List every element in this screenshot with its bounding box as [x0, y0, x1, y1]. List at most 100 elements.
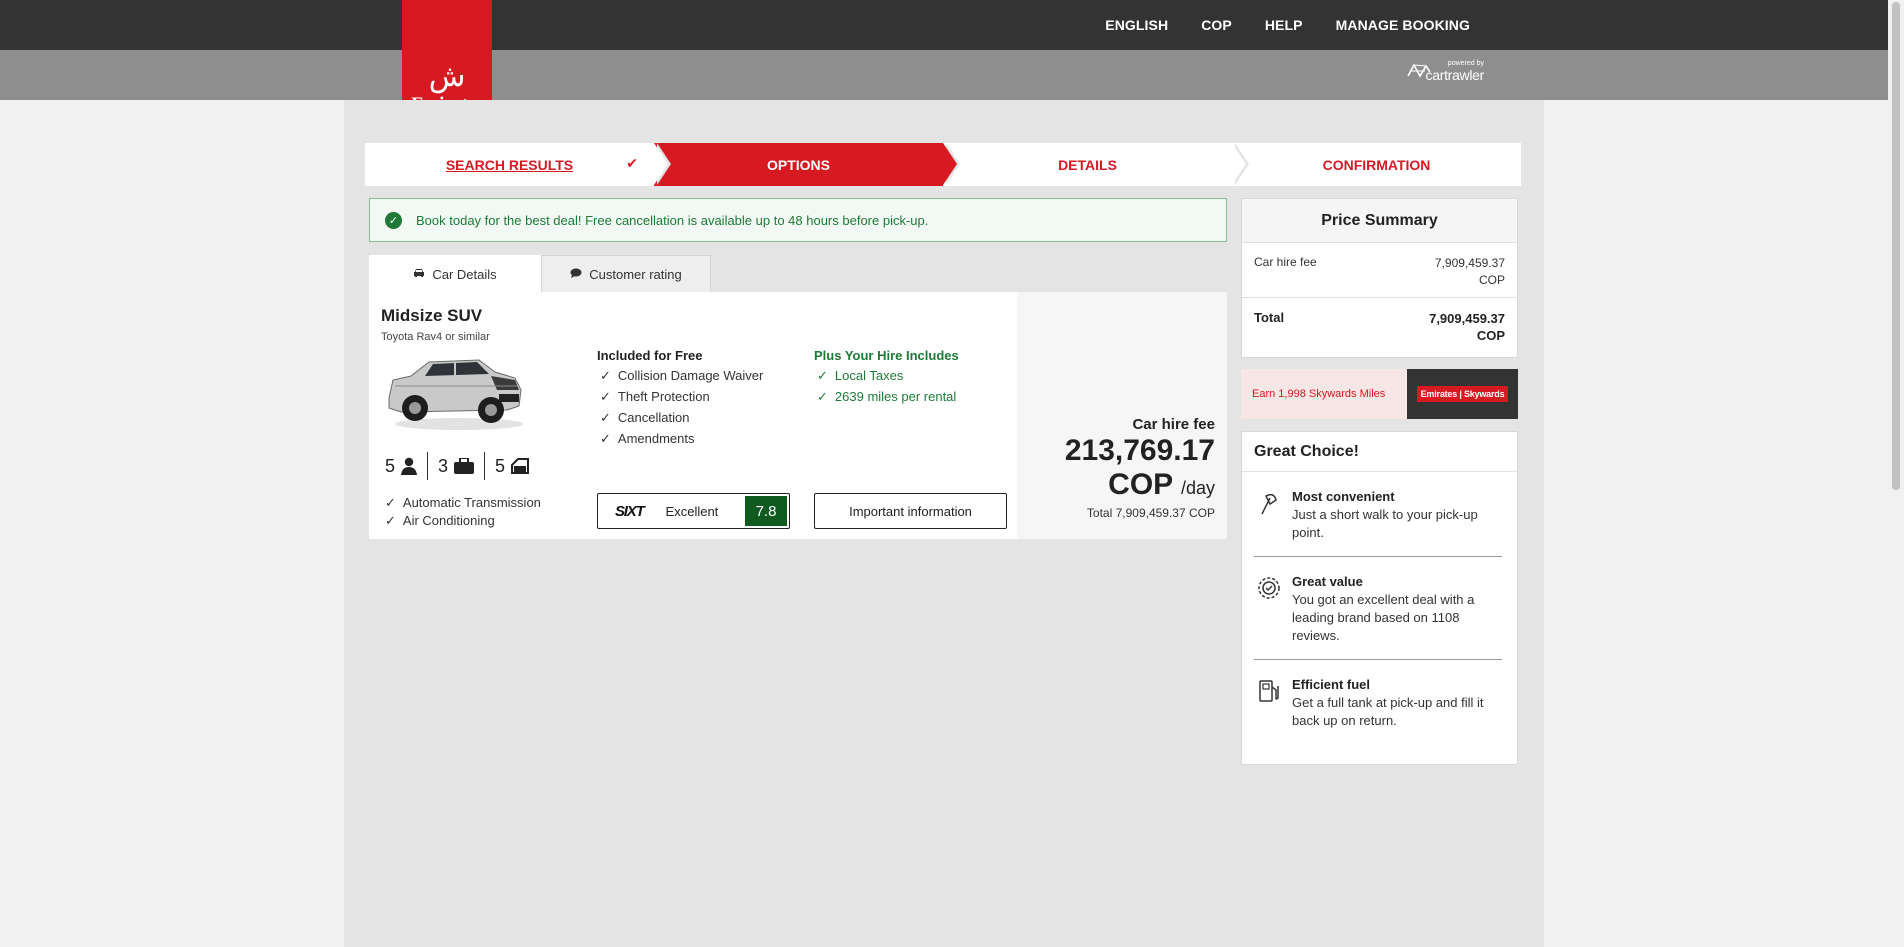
- checkmark-icon: ✔: [626, 155, 638, 171]
- car-image: [388, 359, 523, 430]
- car-card: Midsize SUV Toyota Rav4 or similar 5 3 5…: [369, 292, 1227, 539]
- included-item: Cancellation: [600, 407, 763, 428]
- summary-total-label: Total: [1254, 310, 1285, 325]
- notice-text: Book today for the best deal! Free cance…: [416, 212, 929, 228]
- reason-efficient-fuel: Efficient fuel Get a full tank at pick-u…: [1254, 659, 1502, 744]
- price-summary: Price Summary Car hire fee 7,909,459.37 C…: [1241, 198, 1518, 358]
- tab-label: Car Details: [432, 266, 497, 282]
- tab-label: Customer rating: [589, 266, 682, 282]
- price-summary-title: Price Summary: [1242, 199, 1517, 243]
- doors-spec: 5: [484, 452, 539, 480]
- free-cancellation-notice: ✓ Book today for the best deal! Free can…: [369, 198, 1227, 242]
- price-label: Car hire fee: [1132, 416, 1215, 433]
- cartrawler-logo-icon: [1407, 63, 1431, 78]
- skywards-miles-banner: Earn 1,998 Skywards Miles Emirates | Sky…: [1241, 369, 1518, 419]
- help-link[interactable]: HELP: [1265, 17, 1303, 33]
- door-icon: [511, 458, 530, 474]
- price-panel: Car hire fee 213,769.17 COP /day Total 7…: [1017, 292, 1227, 539]
- price-value: 213,769.17: [1064, 434, 1215, 467]
- supplier-rating-button[interactable]: SIXT Excellent 7.8: [597, 493, 790, 529]
- reason-most-convenient: Most convenient Just a short walk to you…: [1254, 472, 1502, 556]
- great-choice-panel: Great Choice! Most convenient Just a sho…: [1241, 431, 1518, 765]
- included-item: Collision Damage Waiver: [600, 365, 763, 386]
- summary-total-value: 7,909,459.37: [1429, 311, 1505, 326]
- included-title: Included for Free: [597, 348, 703, 363]
- reason-text: You got an excellent deal with a leading…: [1292, 592, 1475, 643]
- bags-spec: 3: [427, 452, 484, 480]
- skywards-badge: Emirates | Skywards: [1416, 386, 1509, 402]
- powered-by-cartrawler: powered by cartrawler: [1407, 60, 1485, 85]
- included-free: Included for Free Collision Damage Waive…: [597, 348, 763, 449]
- feature-item: Automatic Transmission: [385, 494, 541, 512]
- currency-link[interactable]: COP: [1201, 17, 1232, 33]
- plus-title: Plus Your Hire Includes: [814, 348, 959, 363]
- pin-icon: [1261, 493, 1277, 515]
- step-label: CONFIRMATION: [1322, 156, 1431, 173]
- manage-booking-link[interactable]: MANAGE BOOKING: [1336, 17, 1470, 33]
- reason-title: Great value: [1292, 574, 1363, 589]
- fuel-pump-icon: [1259, 680, 1279, 702]
- step-label: OPTIONS: [766, 156, 830, 173]
- comments-icon: [570, 267, 582, 281]
- language-link[interactable]: ENGLISH: [1105, 17, 1168, 33]
- price-currency: COP: [1108, 468, 1173, 501]
- plus-item: Local Taxes: [817, 365, 959, 386]
- included-item: Theft Protection: [600, 386, 763, 407]
- step-confirmation: CONFIRMATION: [1232, 143, 1521, 186]
- badge-icon: [1258, 577, 1280, 599]
- feature-item: Air Conditioning: [385, 512, 541, 530]
- car-specs: 5 3 5: [381, 452, 539, 480]
- seats-count: 5: [385, 455, 396, 476]
- top-nav: ENGLISH COP HELP MANAGE BOOKING: [1072, 17, 1470, 33]
- reason-great-value: Great value You got an excellent deal wi…: [1254, 556, 1502, 659]
- price-total: Total 7,909,459.37 COP: [1086, 506, 1215, 520]
- step-search-results[interactable]: SEARCH RESULTS ✔: [365, 143, 671, 186]
- cartrawler-brand: cartrawler: [1425, 67, 1485, 83]
- price-per: /day: [1180, 478, 1215, 498]
- reason-title: Most convenient: [1292, 489, 1395, 504]
- step-options: OPTIONS: [654, 143, 960, 186]
- summary-fee-row: Car hire fee 7,909,459.37 COP: [1242, 243, 1517, 297]
- summary-fee-label: Car hire fee: [1254, 255, 1317, 269]
- plus-item: 2639 miles per rental: [817, 386, 959, 407]
- suitcase-icon: [454, 458, 475, 474]
- sixt-logo: SIXT: [615, 502, 645, 520]
- important-information-button[interactable]: Important information: [814, 493, 1007, 529]
- tab-customer-rating[interactable]: Customer rating: [541, 255, 711, 292]
- powered-by-text: powered by: [1447, 60, 1484, 67]
- car-icon: [413, 267, 425, 281]
- great-choice-title: Great Choice!: [1242, 432, 1517, 472]
- bags-count: 3: [438, 455, 449, 476]
- booking-steps: SEARCH RESULTS ✔ OPTIONS DETAILS CONFIRM…: [365, 143, 1521, 186]
- summary-total-currency: COP: [1476, 328, 1505, 343]
- price-per-day: 213,769.17 COP /day: [1065, 434, 1215, 505]
- reason-text: Just a short walk to your pick-up point.: [1292, 507, 1478, 540]
- tab-car-details[interactable]: Car Details: [369, 255, 541, 292]
- step-label: SEARCH RESULTS: [445, 156, 574, 173]
- summary-fee-value: 7,909,459.37: [1434, 256, 1505, 270]
- rating-label: Excellent: [665, 503, 719, 519]
- check-circle-icon: ✓: [385, 211, 402, 229]
- step-details: DETAILS: [943, 143, 1249, 186]
- scrollbar-thumb[interactable]: [1892, 2, 1900, 490]
- skywards-miles-text: Earn 1,998 Skywards Miles: [1241, 369, 1407, 419]
- car-model: Toyota Rav4 or similar: [381, 331, 490, 343]
- car-features: Automatic Transmission Air Conditioning: [385, 494, 541, 530]
- sub-header-bar: [0, 50, 1888, 100]
- page-scrollbar[interactable]: [1888, 0, 1904, 947]
- car-category: Midsize SUV: [381, 306, 483, 325]
- step-label: DETAILS: [1058, 156, 1117, 173]
- hire-includes: Plus Your Hire Includes Local Taxes 2639…: [814, 348, 959, 407]
- doors-count: 5: [495, 455, 506, 476]
- summary-total-row: Total 7,909,459.37 COP: [1242, 297, 1517, 352]
- seats-spec: 5: [381, 452, 427, 480]
- reason-title: Efficient fuel: [1292, 677, 1371, 692]
- skywards-logo: Emirates | Skywards: [1407, 369, 1518, 419]
- detail-tabs: Car Details Customer rating: [369, 255, 711, 292]
- rating-score: 7.8: [745, 496, 787, 526]
- reason-text: Get a full tank at pick-up and fill it b…: [1292, 695, 1484, 728]
- summary-fee-currency: COP: [1478, 273, 1505, 287]
- included-item: Amendments: [600, 428, 763, 449]
- emirates-calligraphy-icon: ش: [428, 59, 466, 94]
- top-nav-bar: ENGLISH COP HELP MANAGE BOOKING: [0, 0, 1888, 50]
